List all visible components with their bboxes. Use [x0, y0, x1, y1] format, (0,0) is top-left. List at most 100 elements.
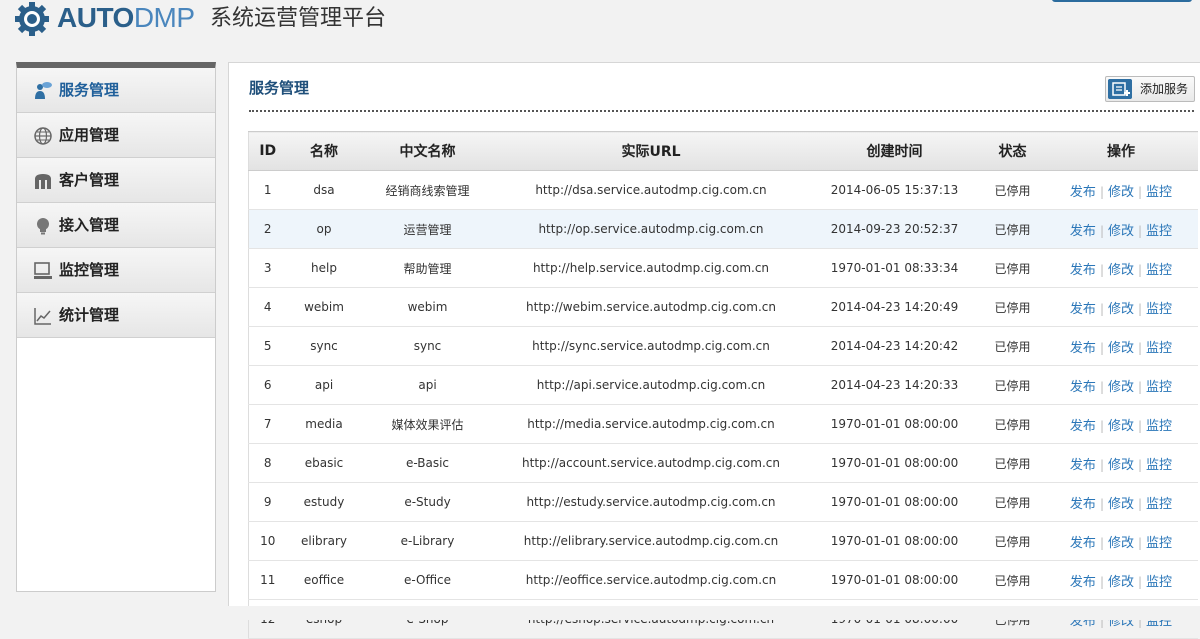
top-right-button[interactable]: [1052, 0, 1192, 2]
publish-link[interactable]: 发布: [1070, 419, 1096, 434]
cell-name: elibrary: [286, 521, 362, 561]
monitor-icon: [34, 262, 52, 279]
cell-actions: 发布 | 修改 | 监控: [1044, 443, 1198, 483]
cell-actions: 发布 | 修改 | 监控: [1044, 482, 1198, 522]
cell-status: 已停用: [980, 326, 1045, 366]
cell-id: 11: [248, 560, 287, 600]
monitor-link[interactable]: 监控: [1146, 575, 1172, 590]
cell-created: 2014-06-05 15:37:13: [808, 170, 981, 210]
publish-link[interactable]: 发布: [1070, 497, 1096, 512]
edit-link[interactable]: 修改: [1108, 536, 1134, 551]
cell-url: http://dsa.service.autodmp.cig.com.cn: [493, 170, 809, 210]
logo-text[interactable]: AUTODMP: [57, 0, 195, 36]
column-header-created[interactable]: 创建时间: [808, 131, 981, 171]
sidebar: 服务管理 应用管理 客户管理 接入管理 监控管理 统计管理: [16, 62, 216, 592]
action-separator: |: [1138, 496, 1143, 511]
action-separator: |: [1099, 340, 1104, 355]
edit-link[interactable]: 修改: [1108, 419, 1134, 434]
monitor-link[interactable]: 监控: [1146, 263, 1172, 278]
edit-link[interactable]: 修改: [1108, 575, 1134, 590]
action-separator: |: [1099, 457, 1104, 472]
action-separator: |: [1099, 223, 1104, 238]
cell-status: 已停用: [980, 404, 1045, 444]
sidebar-item-apps[interactable]: 应用管理: [17, 113, 215, 158]
column-header-status[interactable]: 状态: [980, 131, 1045, 171]
column-header-url[interactable]: 实际URL: [493, 131, 809, 171]
add-icon: [1108, 79, 1132, 99]
column-header-cn-name[interactable]: 中文名称: [361, 131, 494, 171]
table-row[interactable]: 6 api api http://api.service.autodmp.cig.co…: [248, 365, 1198, 405]
column-header-id[interactable]: ID: [248, 131, 287, 171]
cell-status: 已停用: [980, 482, 1045, 522]
cell-actions: 发布 | 修改 | 监控: [1044, 170, 1198, 210]
cell-url: http://account.service.autodmp.cig.com.c…: [493, 443, 809, 483]
cell-url: http://webim.service.autodmp.cig.com.cn: [493, 287, 809, 327]
table-row[interactable]: 11 eoffice e-Office http://eoffice.service.…: [248, 560, 1198, 600]
sidebar-item-label: 统计管理: [59, 306, 120, 324]
sidebar-item-monitor[interactable]: 监控管理: [17, 248, 215, 293]
sidebar-item-label: 接入管理: [59, 216, 120, 234]
app-header: AUTODMP 系统运营管理平台: [0, 0, 1200, 44]
edit-link[interactable]: 修改: [1108, 380, 1134, 395]
table-row[interactable]: 3 help 帮助管理 http://help.service.autodmp.cig…: [248, 248, 1198, 288]
cell-status: 已停用: [980, 209, 1045, 249]
table-row[interactable]: 7 media 媒体效果评估 http://media.service.autodmp…: [248, 404, 1198, 444]
column-header-name[interactable]: 名称: [286, 131, 362, 171]
sidebar-item-access[interactable]: 接入管理: [17, 203, 215, 248]
publish-link[interactable]: 发布: [1070, 263, 1096, 278]
edit-link[interactable]: 修改: [1108, 263, 1134, 278]
cell-cn-name: 运营管理: [361, 209, 494, 249]
table-row[interactable]: 2 op 运营管理 http://op.service.autodmp.cig.com…: [248, 209, 1198, 249]
monitor-link[interactable]: 监控: [1146, 536, 1172, 551]
table-row[interactable]: 8 ebasic e-Basic http://account.service.aut…: [248, 443, 1198, 483]
monitor-link[interactable]: 监控: [1146, 185, 1172, 200]
table-row[interactable]: 5 sync sync http://sync.service.autodmp.cig…: [248, 326, 1198, 366]
edit-link[interactable]: 修改: [1108, 458, 1134, 473]
sidebar-item-label: 监控管理: [59, 261, 120, 279]
services-table: ID 名称 中文名称 实际URL 创建时间 状态 操作 1 dsa 经销商线索管理 h…: [248, 131, 1198, 639]
cell-created: 2014-04-23 14:20:49: [808, 287, 981, 327]
sidebar-item-service[interactable]: 服务管理: [17, 68, 215, 113]
monitor-link[interactable]: 监控: [1146, 458, 1172, 473]
cell-created: 1970-01-01 08:00:00: [808, 482, 981, 522]
main-panel: 服务管理 添加服务 ID 名称 中文名称 实际URL 创建时间 状态 操作 1 …: [228, 62, 1200, 639]
action-separator: |: [1099, 379, 1104, 394]
edit-link[interactable]: 修改: [1108, 185, 1134, 200]
publish-link[interactable]: 发布: [1070, 575, 1096, 590]
sidebar-item-label: 服务管理: [59, 81, 120, 99]
monitor-link[interactable]: 监控: [1146, 302, 1172, 317]
sidebar-item-customers[interactable]: 客户管理: [17, 158, 215, 203]
publish-link[interactable]: 发布: [1070, 302, 1096, 317]
edit-link[interactable]: 修改: [1108, 224, 1134, 239]
publish-link[interactable]: 发布: [1070, 224, 1096, 239]
edit-link[interactable]: 修改: [1108, 341, 1134, 356]
publish-link[interactable]: 发布: [1070, 536, 1096, 551]
edit-link[interactable]: 修改: [1108, 302, 1134, 317]
publish-link[interactable]: 发布: [1070, 380, 1096, 395]
add-service-button[interactable]: 添加服务: [1105, 76, 1195, 102]
sidebar-item-label: 应用管理: [59, 126, 120, 144]
monitor-link[interactable]: 监控: [1146, 380, 1172, 395]
table-row[interactable]: 1 dsa 经销商线索管理 http://dsa.service.autodmp.ci…: [248, 170, 1198, 210]
cell-url: http://elibrary.service.autodmp.cig.com.…: [493, 521, 809, 561]
monitor-link[interactable]: 监控: [1146, 224, 1172, 239]
cell-url: http://sync.service.autodmp.cig.com.cn: [493, 326, 809, 366]
cell-created: 1970-01-01 08:33:34: [808, 248, 981, 288]
table-row[interactable]: 4 webim webim http://webim.service.autodmp.…: [248, 287, 1198, 327]
publish-link[interactable]: 发布: [1070, 341, 1096, 356]
publish-link[interactable]: 发布: [1070, 458, 1096, 473]
cell-cn-name: 帮助管理: [361, 248, 494, 288]
monitor-link[interactable]: 监控: [1146, 341, 1172, 356]
cell-created: 2014-04-23 14:20:42: [808, 326, 981, 366]
edit-link[interactable]: 修改: [1108, 497, 1134, 512]
table-row[interactable]: 9 estudy e-Study http://estudy.service.auto…: [248, 482, 1198, 522]
sidebar-item-stats[interactable]: 统计管理: [17, 293, 215, 338]
cell-url: http://media.service.autodmp.cig.com.cn: [493, 404, 809, 444]
publish-link[interactable]: 发布: [1070, 185, 1096, 200]
column-header-actions: 操作: [1044, 131, 1198, 171]
table-row[interactable]: 10 elibrary e-Library http://elibrary.servi…: [248, 521, 1198, 561]
monitor-link[interactable]: 监控: [1146, 419, 1172, 434]
service-icon: [35, 82, 52, 99]
monitor-link[interactable]: 监控: [1146, 497, 1172, 512]
action-separator: |: [1138, 262, 1143, 277]
